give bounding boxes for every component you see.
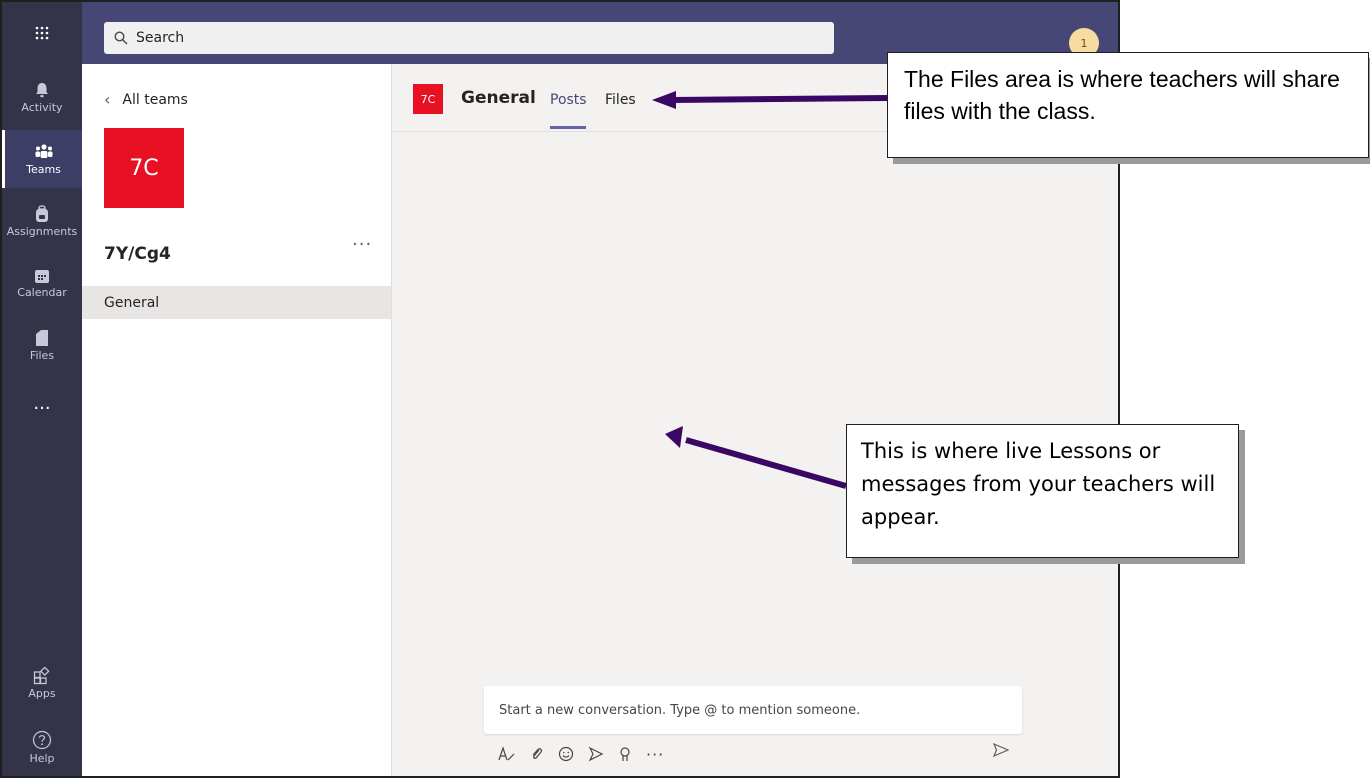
lessons-callout-text: This is where live Lessons or messages f… [861, 439, 1216, 529]
team-more-button[interactable]: ··· [352, 234, 372, 255]
active-tab-indicator [550, 126, 586, 129]
file-icon [36, 329, 48, 346]
tab-posts[interactable]: Posts [550, 92, 587, 129]
channel-team-avatar-label: 7C [420, 92, 436, 106]
more-icon: ... [33, 392, 51, 414]
rail-item-calendar[interactable]: Calendar [2, 254, 82, 312]
praise-icon[interactable] [618, 746, 632, 762]
rail-item-label: Assignments [6, 224, 78, 238]
search-icon [114, 31, 128, 45]
format-icon[interactable] [498, 746, 516, 762]
rail-item-label: Apps [28, 686, 56, 700]
rail-item-apps[interactable]: Apps [2, 654, 82, 712]
lessons-callout: This is where live Lessons or messages f… [846, 424, 1239, 558]
compose-toolbar: ··· [498, 742, 664, 766]
rail-item-assignments[interactable]: Assignments [2, 192, 82, 250]
send-icon [992, 742, 1010, 758]
search-placeholder: Search [136, 30, 185, 46]
rail-item-teams[interactable]: Teams [2, 130, 82, 188]
send-button[interactable] [992, 742, 1010, 762]
app-launcher-button[interactable] [2, 2, 82, 64]
teams-panel: ‹ All teams 7C 7Y/Cg4 ··· General [82, 64, 392, 776]
app-rail: Activity Teams Assignments Calendar File… [2, 64, 82, 776]
team-name: 7Y/Cg4 [104, 244, 171, 264]
rail-item-label: Calendar [17, 285, 67, 299]
gif-icon[interactable] [588, 746, 604, 762]
help-icon [32, 730, 52, 749]
attach-icon[interactable] [530, 746, 544, 762]
rail-item-label: Help [29, 751, 55, 765]
rail-item-files[interactable]: Files [2, 316, 82, 374]
tab-label: Posts [550, 92, 587, 108]
tab-label: Files [605, 92, 636, 108]
search-input[interactable]: Search [104, 22, 834, 54]
rail-more-button[interactable]: ... [2, 374, 82, 432]
team-avatar-label: 7C [129, 155, 159, 181]
tab-files[interactable]: Files [605, 92, 636, 108]
files-callout: The Files area is where teachers will sh… [887, 52, 1369, 158]
channel-item-general[interactable]: General [82, 286, 391, 319]
apps-icon [33, 666, 50, 684]
emoji-icon[interactable] [558, 746, 574, 762]
all-teams-link[interactable]: ‹ All teams [104, 90, 188, 109]
avatar-badge: 1 [1080, 36, 1088, 50]
compose-placeholder: Start a new conversation. Type @ to ment… [499, 702, 861, 718]
compose-box[interactable]: Start a new conversation. Type @ to ment… [484, 686, 1022, 734]
rail-item-label: Activity [21, 100, 63, 114]
calendar-icon [35, 269, 49, 283]
rail-item-activity[interactable]: Activity [2, 68, 82, 126]
team-avatar: 7C [104, 128, 184, 208]
rail-item-label: Teams [26, 162, 61, 176]
channel-title: General [461, 88, 536, 108]
more-icon[interactable]: ··· [646, 745, 664, 764]
all-teams-label: All teams [122, 91, 188, 108]
rail-item-label: Files [29, 348, 55, 362]
rail-item-help[interactable]: Help [2, 718, 82, 776]
bell-icon [36, 82, 48, 97]
chevron-left-icon: ‹ [104, 90, 111, 109]
teams-icon [35, 143, 52, 158]
files-callout-text: The Files area is where teachers will sh… [904, 66, 1340, 124]
channel-team-avatar: 7C [413, 84, 443, 114]
backpack-icon [36, 204, 48, 222]
app-launcher-icon [35, 26, 49, 40]
channel-label: General [104, 294, 160, 311]
